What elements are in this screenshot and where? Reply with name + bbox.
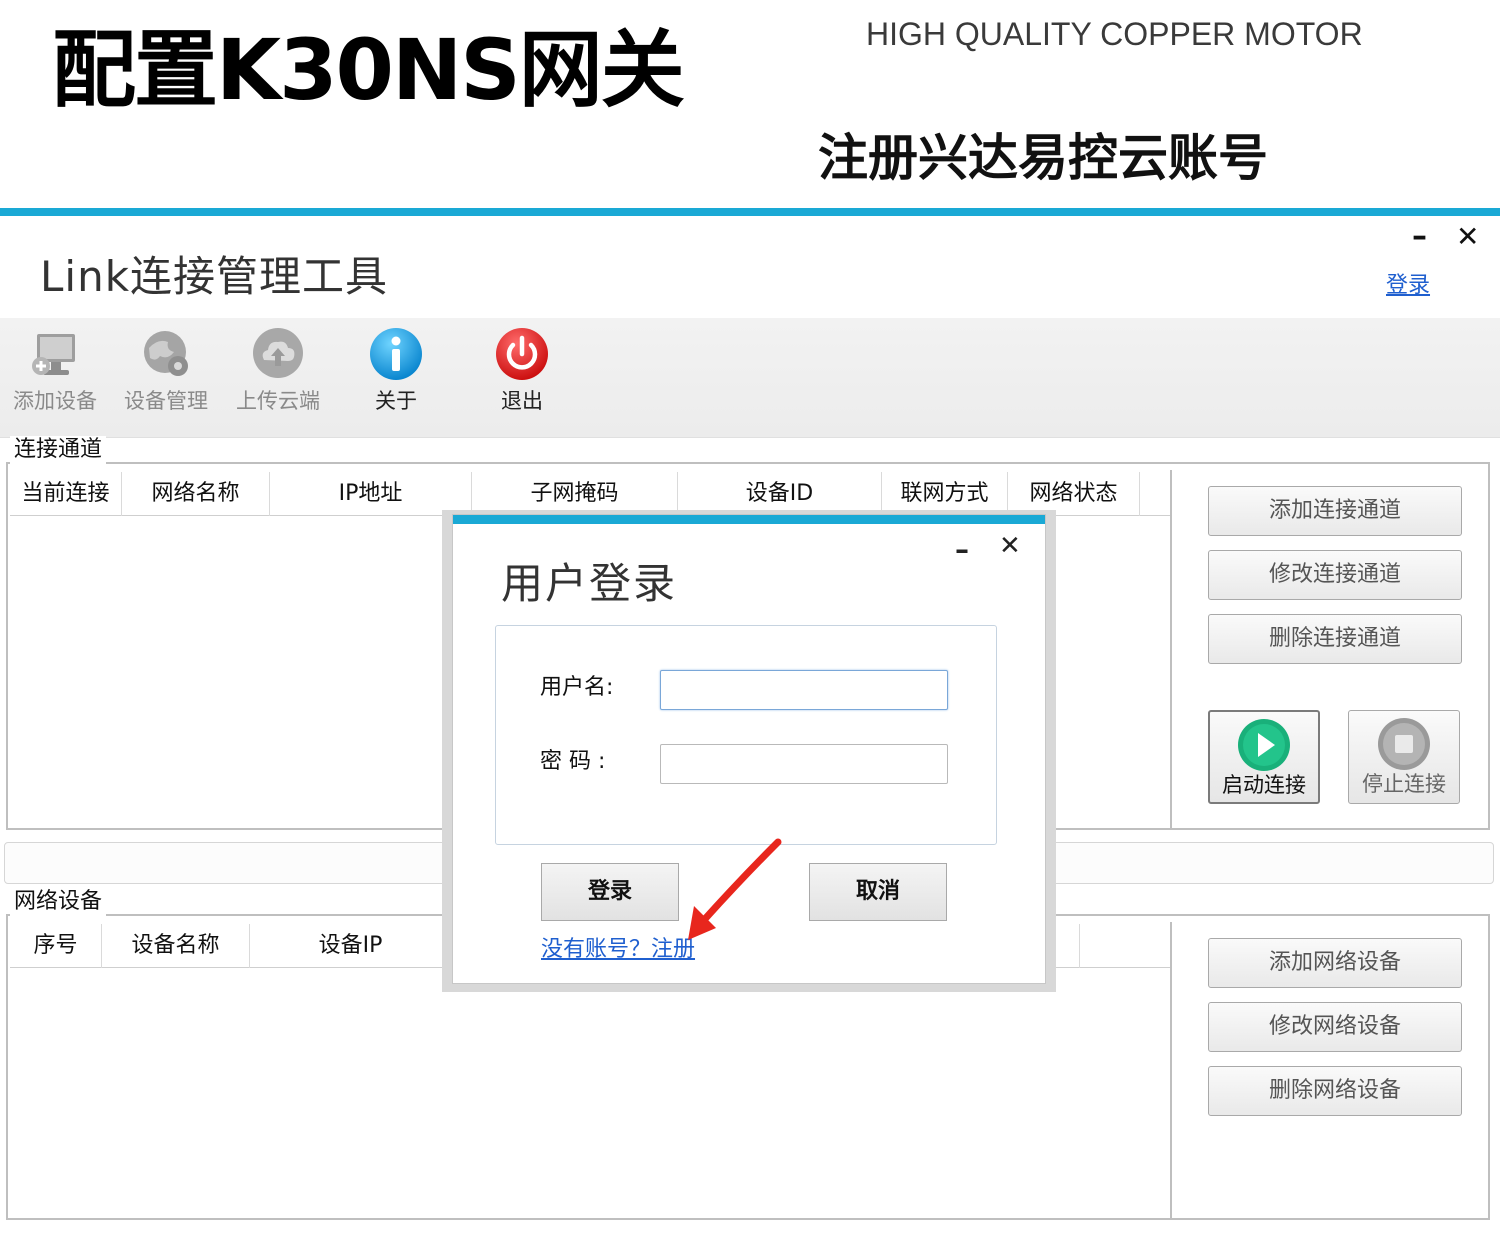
computer-add-icon [27, 326, 83, 382]
toolbar-exit[interactable]: 退出 [492, 326, 552, 414]
login-dialog: – ✕ 用户登录 用户名: 密 码 : 登录 取消 没有账号？注册 [452, 514, 1046, 984]
login-link[interactable]: 登录 [1386, 272, 1430, 300]
close-icon[interactable]: ✕ [1456, 222, 1479, 252]
edit-channel-button[interactable]: 修改连接通道 [1208, 550, 1462, 600]
close-icon[interactable]: ✕ [999, 531, 1021, 561]
add-channel-button[interactable]: 添加连接通道 [1208, 486, 1462, 536]
dialog-title: 用户登录 [501, 559, 678, 608]
username-label: 用户名: [540, 675, 614, 700]
banner-subtitle: 注册兴达易控云账号 [818, 129, 1268, 187]
cancel-button[interactable]: 取消 [809, 863, 947, 921]
password-field[interactable] [660, 744, 948, 784]
minimize-icon[interactable]: – [1412, 222, 1427, 252]
toolbar-device-management[interactable]: 设备管理 [120, 326, 212, 414]
login-button[interactable]: 登录 [541, 863, 679, 921]
credentials-panel: 用户名: 密 码 : [495, 625, 997, 845]
column-header[interactable]: 设备IP [250, 924, 452, 968]
cloud-upload-icon [250, 326, 306, 382]
toolbar-upload-cloud[interactable]: 上传云端 [232, 326, 324, 414]
edit-device-button[interactable]: 修改网络设备 [1208, 1002, 1462, 1052]
banner-tagline: HIGH QUALITY COPPER MOTOR [866, 16, 1363, 52]
stop-connection-button[interactable]: 停止连接 [1348, 710, 1460, 804]
dialog-accent-bar [453, 515, 1045, 524]
column-header[interactable]: 当前连接 [10, 472, 122, 516]
delete-device-button[interactable]: 删除网络设备 [1208, 1066, 1462, 1116]
register-link[interactable]: 没有账号？注册 [541, 935, 695, 965]
toolbar-label: 添加设备 [13, 389, 97, 413]
toolbar-about[interactable]: 关于 [366, 326, 426, 414]
banner-divider [0, 208, 1500, 216]
stop-connection-label: 停止连接 [1362, 772, 1446, 796]
toolbar-label: 退出 [501, 389, 543, 413]
app-title: Link连接管理工具 [40, 252, 389, 301]
power-icon [494, 326, 550, 382]
add-device-button[interactable]: 添加网络设备 [1208, 938, 1462, 988]
toolbar-label: 上传云端 [236, 389, 320, 413]
toolbar-add-device[interactable]: 添加设备 [10, 326, 100, 414]
info-icon [368, 326, 424, 382]
banner-title: 配置K30NS网关 [52, 21, 685, 119]
toolbar: 添加设备 设备管理 上传云端 关于 退出 [0, 318, 1500, 438]
channels-group-label: 连接通道 [10, 436, 107, 464]
stop-icon [1377, 717, 1431, 771]
minimize-icon[interactable]: – [955, 535, 969, 565]
channels-actions: 添加连接通道 修改连接通道 删除连接通道 启动连接 停止连接 [1170, 470, 1488, 828]
devices-actions: 添加网络设备 修改网络设备 删除网络设备 [1170, 922, 1488, 1218]
column-header[interactable]: 网络名称 [122, 472, 270, 516]
password-label: 密 码 : [540, 749, 606, 774]
toolbar-label: 关于 [375, 389, 417, 413]
column-header[interactable]: 设备名称 [102, 924, 250, 968]
start-connection-label: 启动连接 [1222, 773, 1306, 797]
start-connection-button[interactable]: 启动连接 [1208, 710, 1320, 804]
toolbar-label: 设备管理 [124, 389, 208, 413]
column-header[interactable]: 序号 [10, 924, 102, 968]
username-field[interactable] [660, 670, 948, 710]
devices-group-label: 网络设备 [10, 888, 107, 916]
globe-gear-icon [138, 326, 194, 382]
delete-channel-button[interactable]: 删除连接通道 [1208, 614, 1462, 664]
play-icon [1237, 718, 1291, 772]
